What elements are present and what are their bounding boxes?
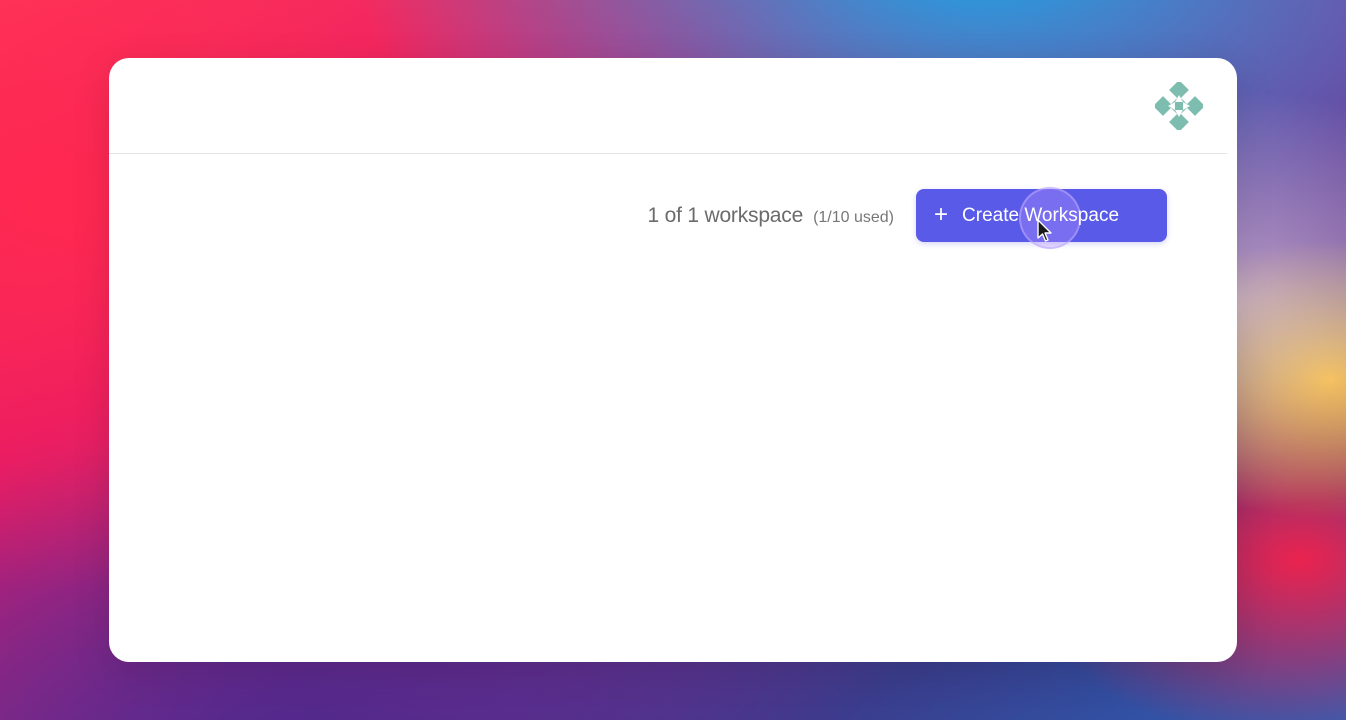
desktop-background: 1 of 1 workspace (1/10 used) + Create Wo… <box>0 0 1346 720</box>
workspace-usage-text: (1/10 used) <box>813 208 894 226</box>
workspace-count-text: 1 of 1 workspace <box>647 203 804 227</box>
workspace-count: 1 of 1 workspace (1/10 used) <box>648 204 895 228</box>
plus-icon: + <box>934 200 949 228</box>
create-workspace-button[interactable]: + Create Workspace <box>916 187 1167 249</box>
teal-geometric-logo-icon[interactable] <box>1155 82 1203 130</box>
mouse-pointer-icon <box>1037 219 1052 242</box>
window-header <box>109 58 1227 154</box>
workspace-toolbar: 1 of 1 workspace (1/10 used) + Create Wo… <box>648 187 1167 249</box>
app-window: 1 of 1 workspace (1/10 used) + Create Wo… <box>109 58 1237 662</box>
